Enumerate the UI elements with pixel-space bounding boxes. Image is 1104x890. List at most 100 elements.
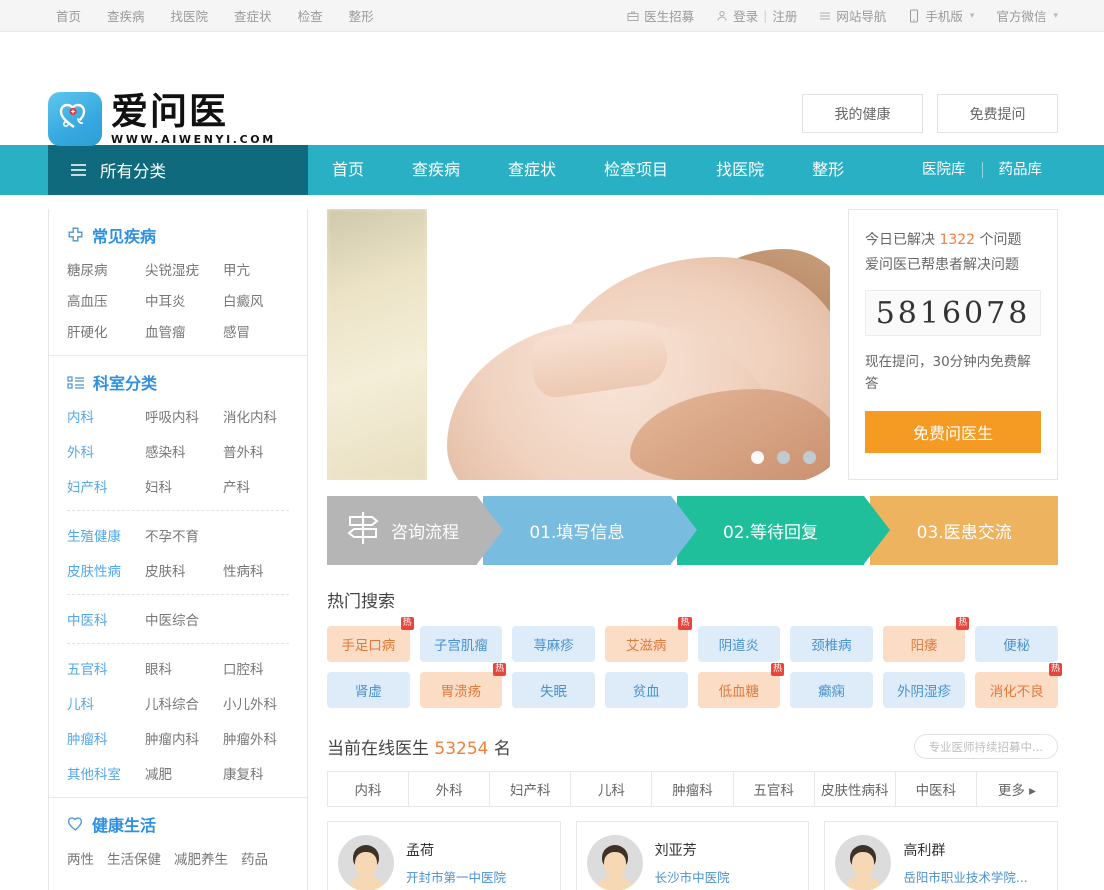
hot-tag[interactable]: 阳痿 热 xyxy=(882,617,970,662)
disease-link[interactable]: 高血压 xyxy=(67,290,145,310)
department-sub-link[interactable]: 性病科 xyxy=(223,560,289,580)
top-link-hospitals[interactable]: 找医院 xyxy=(171,6,209,25)
hot-tag[interactable]: 荨麻疹 xyxy=(512,626,595,662)
healthy-life-link[interactable]: 生活保健 xyxy=(107,848,161,868)
disease-link[interactable]: 白癜风 xyxy=(223,290,289,310)
disease-link[interactable]: 中耳炎 xyxy=(145,290,223,310)
nav-item-home[interactable]: 首页 xyxy=(308,145,388,195)
hero-carousel[interactable] xyxy=(327,209,830,480)
recruit-notice-pill[interactable]: 专业医师持续招募中... xyxy=(913,734,1058,759)
department-sub-link[interactable]: 产科 xyxy=(223,476,289,496)
disease-link[interactable]: 尖锐湿疣 xyxy=(145,259,223,279)
site-nav-link[interactable]: 网站导航 xyxy=(819,6,886,25)
department-lead-link[interactable]: 内科 xyxy=(67,406,145,426)
doctor-card[interactable]: 刘亚芳 长沙市中医院 xyxy=(575,821,810,890)
disease-link[interactable]: 糖尿病 xyxy=(67,259,145,279)
wechat-menu[interactable]: 官方微信 ▾ xyxy=(996,6,1058,25)
nav-item-exam-items[interactable]: 检查项目 xyxy=(580,145,692,195)
department-lead-link[interactable]: 生殖健康 xyxy=(67,525,145,545)
disease-link[interactable]: 甲亢 xyxy=(223,259,289,279)
doctor-hospital[interactable]: 长沙市中医院 xyxy=(655,867,730,886)
hot-tag[interactable]: 手足口病热 xyxy=(327,617,414,662)
hot-tag[interactable]: 颈椎病 xyxy=(790,626,873,662)
department-sub-link[interactable]: 皮肤科 xyxy=(145,560,223,580)
mobile-version-menu[interactable]: 手机版 ▾ xyxy=(908,6,974,25)
login-link[interactable]: 登录 xyxy=(733,6,758,25)
doctor-tab-tcm[interactable]: 中医科 xyxy=(896,772,977,806)
hot-tag[interactable]: 艾滋病热 xyxy=(604,617,692,662)
healthy-life-link[interactable]: 两性 xyxy=(67,848,94,868)
department-sub-link[interactable]: 肿瘤内科 xyxy=(145,728,223,748)
top-link-exam[interactable]: 检查 xyxy=(298,6,323,25)
doctor-tab-pediatrics[interactable]: 儿科 xyxy=(571,772,653,806)
department-sub-link[interactable]: 妇科 xyxy=(145,476,223,496)
disease-link[interactable]: 肝硬化 xyxy=(67,321,145,341)
carousel-dot-3[interactable] xyxy=(803,451,816,464)
healthy-life-link[interactable]: 药品 xyxy=(241,848,268,868)
department-sub-link[interactable]: 肿瘤外科 xyxy=(223,728,289,748)
hot-tag[interactable]: 癫痫 xyxy=(790,672,873,708)
carousel-dot-1-active[interactable] xyxy=(751,451,764,464)
department-lead-link[interactable]: 儿科 xyxy=(67,693,145,713)
doctor-tab-internal[interactable]: 内科 xyxy=(328,772,410,806)
doctor-tab-dermatology[interactable]: 皮肤性病科 xyxy=(815,772,896,806)
doctor-tab-more[interactable]: 更多 ▸ xyxy=(977,772,1057,806)
hot-tag[interactable]: 子宫肌瘤 xyxy=(419,626,503,662)
department-sub-link[interactable]: 普外科 xyxy=(223,441,289,461)
hot-tag[interactable]: 低血糖热 xyxy=(697,663,785,708)
doctor-card[interactable]: 高利群 岳阳市职业技术学院... xyxy=(824,821,1059,890)
department-sub-link[interactable]: 眼科 xyxy=(145,658,223,678)
department-lead-link[interactable]: 五官科 xyxy=(67,658,145,678)
department-lead-link[interactable]: 中医科 xyxy=(67,609,145,629)
doctor-card[interactable]: 孟荷 开封市第一中医院 xyxy=(327,821,561,890)
hot-tag[interactable]: 阴道炎 xyxy=(697,626,781,662)
department-lead-link[interactable]: 肿瘤科 xyxy=(67,728,145,748)
nav-item-symptoms[interactable]: 查症状 xyxy=(484,145,580,195)
healthy-life-link[interactable]: 减肥养生 xyxy=(174,848,228,868)
top-link-plastic[interactable]: 整形 xyxy=(349,6,374,25)
disease-link[interactable]: 感冒 xyxy=(223,321,289,341)
department-lead-link[interactable]: 其他科室 xyxy=(67,763,145,783)
ask-doctor-button[interactable]: 免费问医生 xyxy=(865,411,1041,453)
my-health-button[interactable]: 我的健康 xyxy=(802,94,923,133)
nav-item-plastic-surgery[interactable]: 整形 xyxy=(788,145,868,195)
doctor-hospital[interactable]: 开封市第一中医院 xyxy=(406,867,506,886)
site-logo[interactable]: 爱问医 WWW.AIWENYI.COM xyxy=(48,92,276,146)
department-sub-link[interactable]: 康复科 xyxy=(223,763,289,783)
free-ask-button[interactable]: 免费提问 xyxy=(937,94,1058,133)
department-sub-link[interactable]: 不孕不育 xyxy=(145,525,223,545)
hot-tag[interactable]: 便秘 xyxy=(975,626,1058,662)
top-link-diseases[interactable]: 查疾病 xyxy=(107,6,145,25)
department-sub-link[interactable]: 口腔科 xyxy=(223,658,289,678)
nav-item-diseases[interactable]: 查疾病 xyxy=(388,145,484,195)
nav-item-hospital-db[interactable]: 医院库 xyxy=(906,145,982,195)
department-lead-link[interactable]: 妇产科 xyxy=(67,476,145,496)
hot-tag[interactable]: 外阴湿疹 xyxy=(882,672,966,708)
doctor-tab-ent[interactable]: 五官科 xyxy=(734,772,815,806)
doctor-recruit-link[interactable]: 医生招募 xyxy=(627,6,694,25)
disease-link[interactable]: 血管瘤 xyxy=(145,321,223,341)
doctor-tab-oncology[interactable]: 肿瘤科 xyxy=(652,772,734,806)
department-sub-link[interactable]: 呼吸内科 xyxy=(145,406,223,426)
register-link[interactable]: 注册 xyxy=(772,6,797,25)
hot-tag[interactable]: 消化不良热 xyxy=(975,663,1062,708)
department-lead-link[interactable]: 外科 xyxy=(67,441,145,461)
hot-tag[interactable]: 贫血 xyxy=(604,672,688,708)
hot-tag[interactable]: 失眠 xyxy=(512,672,595,708)
department-sub-link[interactable]: 消化内科 xyxy=(223,406,289,426)
hot-tag[interactable]: 肾虚 xyxy=(327,672,410,708)
hot-tag[interactable]: 胃溃疡热 xyxy=(419,663,507,708)
doctor-hospital[interactable]: 岳阳市职业技术学院... xyxy=(903,867,1027,886)
doctor-tab-obgyn[interactable]: 妇产科 xyxy=(490,772,572,806)
department-sub-link[interactable]: 感染科 xyxy=(145,441,223,461)
carousel-dot-2[interactable] xyxy=(777,451,790,464)
nav-item-find-hospital[interactable]: 找医院 xyxy=(692,145,788,195)
department-sub-link[interactable]: 儿科综合 xyxy=(145,693,223,713)
all-categories-button[interactable]: 所有分类 xyxy=(48,145,308,195)
department-lead-link[interactable]: 皮肤性病 xyxy=(67,560,145,580)
nav-item-drug-db[interactable]: 药品库 xyxy=(983,145,1059,195)
top-link-home[interactable]: 首页 xyxy=(56,6,81,25)
department-sub-link[interactable]: 小儿外科 xyxy=(223,693,289,713)
doctor-tab-surgery[interactable]: 外科 xyxy=(409,772,491,806)
department-sub-link[interactable]: 中医综合 xyxy=(145,609,223,629)
